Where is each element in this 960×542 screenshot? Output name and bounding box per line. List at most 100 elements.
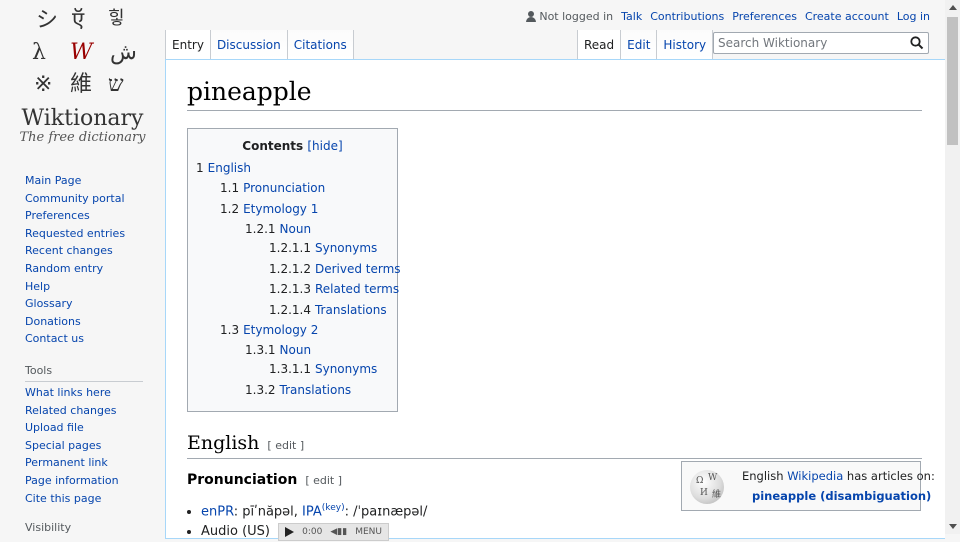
toc-item[interactable]: 1.2.1.2 Derived terms [269,262,401,276]
toc-item[interactable]: 1.2.1.1 Synonyms [269,241,377,255]
sidebar-item-preferences[interactable]: Preferences [25,207,145,225]
toc-number: 1.3.1 [245,343,276,357]
toc-item[interactable]: 1.2.1.4 Translations [269,303,387,317]
toc-number: 1.3.2 [245,383,276,397]
logo-tagline: The free dictionary [19,130,146,145]
wikipedia-box-prefix: English [742,469,788,483]
search-input[interactable] [714,33,912,53]
toc-item[interactable]: 1.2.1 Noun [245,222,311,236]
audio-time: 0:00 [302,526,323,537]
toc-item[interactable]: 1.3.1 Noun [245,343,311,357]
sidebar-item-permanent-link[interactable]: Permanent link [25,454,145,472]
search-box [713,32,929,54]
sidebar-item-main-page[interactable]: Main Page [25,172,145,190]
sidebar-item-community-portal[interactable]: Community portal [25,190,145,208]
sidebar: Main Page Community portal Preferences R… [25,172,145,538]
logo-glyph: 維 [70,72,93,97]
toc-label: Translations [314,303,387,317]
wikipedia-box-suffix: has articles on: [843,469,935,483]
toc-item[interactable]: 1.3.2 Translations [245,383,351,397]
personal-link-contributions[interactable]: Contributions [650,10,724,23]
sidebar-item-donations[interactable]: Donations [25,313,145,331]
sidebar-item-random-entry[interactable]: Random entry [25,260,145,278]
tab-discussion[interactable]: Discussion [210,30,288,59]
scroll-up-arrow-icon[interactable] [949,5,957,10]
audio-line: Audio (US) 0:00 ◀▮▮ MENU [201,522,427,542]
audio-player: 0:00 ◀▮▮ MENU [278,522,389,542]
toc-number: 1.2.1.3 [269,282,311,296]
ipa-value: : /ˈpaɪnæpəl/ [344,504,428,520]
view-tabs: Read Edit History [577,30,714,59]
personal-link-preferences[interactable]: Preferences [732,10,797,23]
page-scrollbar[interactable] [945,0,960,534]
heading-pronunciation: Pronunciation [ edit ] [187,472,342,488]
tab-entry[interactable]: Entry [165,30,211,59]
sidebar-heading-visibility: Visibility [25,521,72,535]
enpr-link[interactable]: enPR [201,504,234,519]
play-icon[interactable] [285,526,295,537]
toc-number: 1.3 [220,323,240,337]
logo-glyph: W [70,40,93,65]
edit-pronunciation-link[interactable]: [ edit ] [305,474,342,487]
ipa-link[interactable]: IPA [302,504,322,519]
personal-link-talk[interactable]: Talk [621,10,642,23]
wiktionary-logo[interactable]: シ ऍ 힣 λ W ش ※ 維 ש Wiktionary The free di… [0,0,160,160]
sidebar-item-cite-this-page[interactable]: Cite this page [25,490,145,508]
sidebar-item-special-pages[interactable]: Special pages [25,437,145,455]
login-status-text: Not logged in [539,10,614,23]
sidebar-heading-tools: Tools [25,364,143,382]
sidebar-item-help[interactable]: Help [25,278,145,296]
logo-glyph: ش [110,40,137,65]
toc-item[interactable]: 1.3 Etymology 2 [220,323,318,337]
sidebar-item-page-information[interactable]: Page information [25,472,145,490]
page-title: pineapple [187,77,922,111]
logo-glyph: ש [108,72,124,97]
toc-number: 1.2 [220,202,240,216]
wikipedia-link[interactable]: Wikipedia [787,469,843,483]
toc-number: 1.2.1.2 [269,262,311,276]
logo-glyph: シ [36,8,59,33]
heading-english: English [ edit ] [187,432,922,459]
personal-link-log-in[interactable]: Log in [897,10,930,23]
toc-label: Etymology 2 [243,323,319,337]
toc-header: Contents [hide] [188,139,397,153]
sidebar-item-upload-file[interactable]: Upload file [25,419,145,437]
toc-label: Synonyms [314,241,378,255]
toc-number: 1.3.1.1 [269,362,311,376]
toc-item[interactable]: 1.2 Etymology 1 [220,202,318,216]
tab-read[interactable]: Read [577,30,622,59]
ipa-key-link[interactable]: (key) [322,503,345,513]
search-icon[interactable] [909,35,925,51]
audio-label: Audio (US) [201,524,270,540]
toc-number: 1.2.1.1 [269,241,311,255]
scroll-down-arrow-icon[interactable] [949,524,957,529]
toc-item[interactable]: 1.1 Pronunciation [220,181,325,195]
sidebar-item-recent-changes[interactable]: Recent changes [25,242,145,260]
toc-number: 1.1 [220,181,240,195]
toc-item[interactable]: 1.3.1.1 Synonyms [269,362,377,376]
toc-hide-link[interactable]: [hide] [307,139,342,153]
logo-glyph: λ [32,40,46,65]
namespace-tabs: Entry Discussion Citations [165,30,354,59]
tab-history[interactable]: History [657,30,714,59]
audio-menu-button[interactable]: MENU [355,522,382,542]
sidebar-item-requested-entries[interactable]: Requested entries [25,225,145,243]
scrollbar-thumb[interactable] [947,17,958,145]
toc-label: Synonyms [314,362,378,376]
toc-item[interactable]: 1 English [196,161,251,175]
wikipedia-article-link[interactable]: pineapple (disambiguation) [752,489,931,503]
personal-link-create-account[interactable]: Create account [805,10,889,23]
sidebar-item-contact-us[interactable]: Contact us [25,330,145,348]
volume-icon[interactable]: ◀▮▮ [330,522,347,542]
login-status: Not logged in [526,10,613,23]
toc-item[interactable]: 1.2.1.3 Related terms [269,282,399,296]
tab-edit[interactable]: Edit [621,30,658,59]
sidebar-item-what-links-here[interactable]: What links here [25,384,145,402]
tab-citations[interactable]: Citations [287,30,354,59]
sidebar-item-glossary[interactable]: Glossary [25,295,145,313]
edit-english-link[interactable]: [ edit ] [267,439,304,452]
sidebar-item-related-changes[interactable]: Related changes [25,402,145,420]
toc-title: Contents [242,139,304,153]
wikipedia-box-text: English Wikipedia has articles on: [742,469,935,483]
logo-glyph: ※ [34,72,53,97]
